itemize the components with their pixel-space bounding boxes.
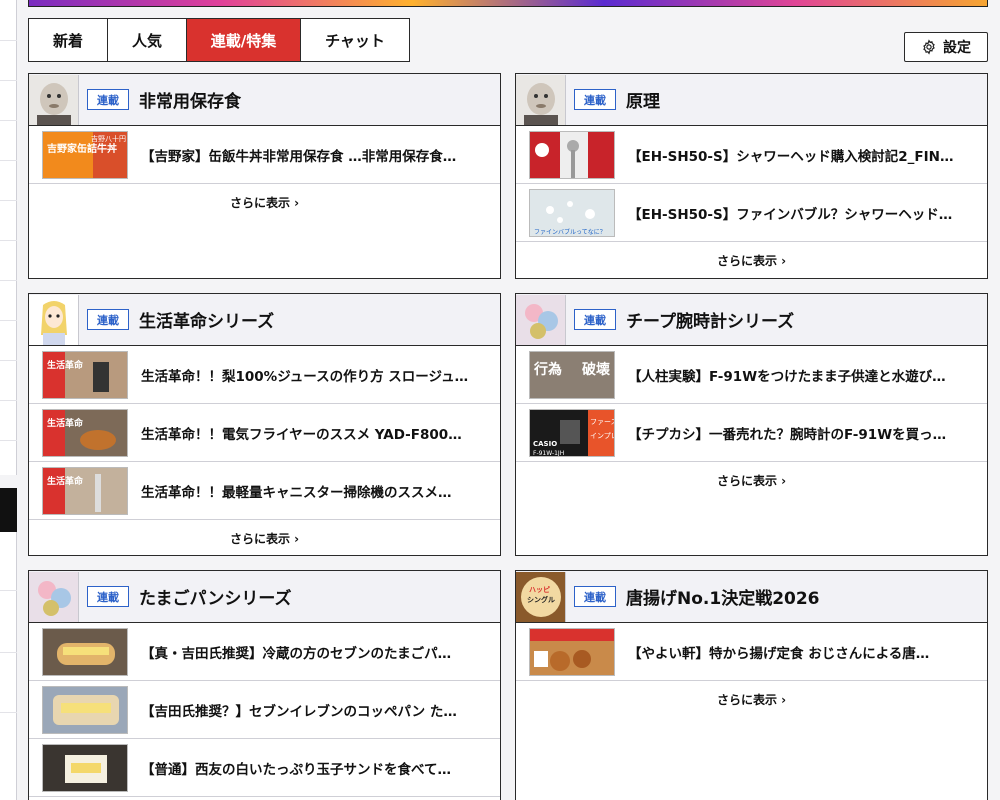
series-badge: 連載 — [87, 89, 129, 110]
series-card: 連載 チープ腕時計シリーズ 行為 破壊 【人柱実験】F-91Wをつけたまま子供達と… — [515, 293, 988, 556]
video-thumbnail: 行為 破壊 — [529, 350, 615, 399]
video-title: 【やよい軒】特から揚げ定食 おじさんによる唐… — [628, 645, 930, 662]
svg-text:生活革命: 生活革命 — [47, 475, 84, 487]
card-header: 連載 チープ腕時計シリーズ — [516, 294, 987, 346]
list-item[interactable]: 【吉田氏推奨？】セブンイレブンのコッペパン た… — [29, 681, 500, 739]
avatar[interactable]: ハッピ シングル — [516, 571, 566, 622]
card-title[interactable]: チープ腕時計シリーズ — [626, 307, 794, 332]
svg-text:ファースト: ファースト — [590, 418, 615, 426]
tab-series[interactable]: 連載/特集 — [187, 19, 301, 61]
card-title[interactable]: たまごパンシリーズ — [139, 584, 292, 609]
series-card: 連載 原理 【EH-SH50-S】シャワーヘッド購入検討記2_FIN… ファイン… — [515, 73, 988, 279]
svg-text:ファインバブルってなに？: ファインバブルってなに？ — [534, 228, 606, 236]
video-thumbnail — [529, 130, 615, 179]
svg-text:吉野家缶詰牛丼: 吉野家缶詰牛丼 — [47, 142, 117, 155]
show-more-link[interactable]: さらに表示 › — [29, 520, 500, 556]
settings-button[interactable]: 設定 — [904, 32, 988, 62]
tab-popular[interactable]: 人気 — [108, 19, 187, 61]
series-badge: 連載 — [87, 586, 129, 607]
list-item[interactable]: 行為 破壊 【人柱実験】F-91Wをつけたまま子供達と水遊び… — [516, 346, 987, 404]
video-title: 【普通】西友の白いたっぷり玉子サンドを食べて… — [141, 761, 451, 778]
avatar[interactable] — [516, 74, 566, 125]
show-more-link[interactable]: さらに表示 › — [29, 184, 500, 220]
list-item[interactable]: ファインバブルってなに？ 【EH-SH50-S】ファインバブル？シャワーヘッド… — [516, 184, 987, 242]
series-badge: 連載 — [574, 89, 616, 110]
video-title: 【人柱実験】F-91Wをつけたまま子供達と水遊び… — [628, 368, 946, 385]
video-thumbnail: 生活革命 — [42, 408, 128, 457]
show-more-link[interactable]: さらに表示 › — [516, 681, 987, 717]
avatar[interactable] — [29, 294, 79, 345]
video-title: 【チプカシ】一番売れた？腕時計のF-91Wを買っ… — [628, 426, 947, 443]
video-title: 生活革命！！最軽量キャニスター掃除機のススメ… — [141, 484, 452, 501]
svg-text:インプレ: インプレ — [590, 432, 615, 440]
avatar[interactable] — [29, 571, 79, 622]
series-badge: 連載 — [574, 309, 616, 330]
tab-chat[interactable]: チャット — [301, 19, 409, 61]
show-more-link[interactable]: さらに表示 › — [516, 242, 987, 278]
series-card: 連載 生活革命シリーズ 生活革命 生活革命！！梨100%ジュースの作り方 スロー… — [28, 293, 501, 556]
svg-text:F-91W-1JH: F-91W-1JH — [533, 450, 564, 457]
top-banner — [28, 0, 988, 7]
series-card: ハッピ シングル 連載 唐揚げNo.1決定戦2026 【やよい軒】特から揚げ定食 … — [515, 570, 988, 800]
card-header: 連載 たまごパンシリーズ — [29, 571, 500, 623]
list-item[interactable]: 生活革命 生活革命！！電気フライヤーのススメ YAD-F800… — [29, 404, 500, 462]
video-thumbnail: ファーストインプレ CASIO F-91W-1JH — [529, 408, 615, 457]
video-thumbnail: ファインバブルってなに？ — [529, 188, 615, 237]
video-thumbnail — [42, 685, 128, 734]
video-title: 【EH-SH50-S】ファインバブル？シャワーヘッド… — [628, 206, 953, 223]
gear-icon — [923, 39, 935, 55]
list-item[interactable]: 生活革命 生活革命！！梨100%ジュースの作り方 スロージュ… — [29, 346, 500, 404]
svg-text:生活革命: 生活革命 — [47, 359, 84, 371]
video-thumbnail — [42, 627, 128, 676]
card-title[interactable]: 生活革命シリーズ — [139, 307, 274, 332]
card-header: 連載 生活革命シリーズ — [29, 294, 500, 346]
video-thumbnail: 吉野家缶詰牛丼 吉野八十円 — [42, 130, 128, 179]
tab-bar: 新着 人気 連載/特集 チャット — [28, 18, 410, 62]
list-item[interactable]: 【普通】西友の白いたっぷり玉子サンドを食べて… — [29, 739, 500, 797]
card-header: ハッピ シングル 連載 唐揚げNo.1決定戦2026 — [516, 571, 987, 623]
list-item[interactable]: 【真・吉田氏推奨】冷蔵の方のセブンのたまごパ… — [29, 623, 500, 681]
series-badge: 連載 — [574, 586, 616, 607]
tab-new[interactable]: 新着 — [29, 19, 108, 61]
svg-text:シングル: シングル — [527, 595, 555, 604]
video-title: 生活革命！！電気フライヤーのススメ YAD-F800… — [141, 426, 462, 443]
list-item[interactable]: 【EH-SH50-S】シャワーヘッド購入検討記2_FIN… — [516, 126, 987, 184]
video-thumbnail: 生活革命 — [42, 350, 128, 399]
card-title[interactable]: 原理 — [626, 87, 660, 112]
list-item[interactable]: 【やよい軒】特から揚げ定食 おじさんによる唐… — [516, 623, 987, 681]
settings-label: 設定 — [943, 40, 971, 56]
list-item[interactable]: 生活革命 生活革命！！最軽量キャニスター掃除機のススメ… — [29, 462, 500, 520]
card-title[interactable]: 唐揚げNo.1決定戦2026 — [626, 584, 820, 609]
svg-text:生活革命: 生活革命 — [47, 417, 84, 429]
video-title: 【EH-SH50-S】シャワーヘッド購入検討記2_FIN… — [628, 148, 954, 165]
video-thumbnail — [42, 743, 128, 792]
video-title: 生活革命！！梨100%ジュースの作り方 スロージュ… — [141, 368, 469, 385]
video-thumbnail: 生活革命 — [42, 466, 128, 515]
card-title[interactable]: 非常用保存食 — [139, 87, 241, 112]
card-header: 連載 原理 — [516, 74, 987, 126]
video-title: 【吉野家】缶飯牛丼非常用保存食 …非常用保存食… — [141, 148, 457, 165]
series-badge: 連載 — [87, 309, 129, 330]
svg-text:CASIO: CASIO — [533, 440, 557, 448]
left-rail — [0, 0, 17, 475]
avatar[interactable] — [29, 74, 79, 125]
avatar[interactable] — [516, 294, 566, 345]
svg-text:行為: 行為 — [533, 361, 562, 378]
series-card: 連載 たまごパンシリーズ 【真・吉田氏推奨】冷蔵の方のセブンのたまごパ… 【吉田… — [28, 570, 501, 800]
svg-text:ハッピ: ハッピ — [529, 585, 550, 594]
list-item[interactable]: ファーストインプレ CASIO F-91W-1JH 【チプカシ】一番売れた？腕時計の… — [516, 404, 987, 462]
left-rail-selected — [0, 488, 17, 532]
card-header: 連載 非常用保存食 — [29, 74, 500, 126]
video-title: 【真・吉田氏推奨】冷蔵の方のセブンのたまごパ… — [141, 645, 452, 662]
list-item[interactable]: 吉野家缶詰牛丼 吉野八十円 【吉野家】缶飯牛丼非常用保存食 …非常用保存食… — [29, 126, 500, 184]
show-more-link[interactable]: さらに表示 › — [516, 462, 987, 498]
series-card: 連載 非常用保存食 吉野家缶詰牛丼 吉野八十円 【吉野家】缶飯牛丼非常用保存食 …… — [28, 73, 501, 279]
video-thumbnail — [529, 627, 615, 676]
svg-text:吉野八十円: 吉野八十円 — [91, 134, 126, 143]
video-title: 【吉田氏推奨？】セブンイレブンのコッペパン た… — [141, 703, 457, 720]
left-rail-lower — [0, 532, 17, 800]
svg-text:破壊: 破壊 — [582, 361, 611, 378]
